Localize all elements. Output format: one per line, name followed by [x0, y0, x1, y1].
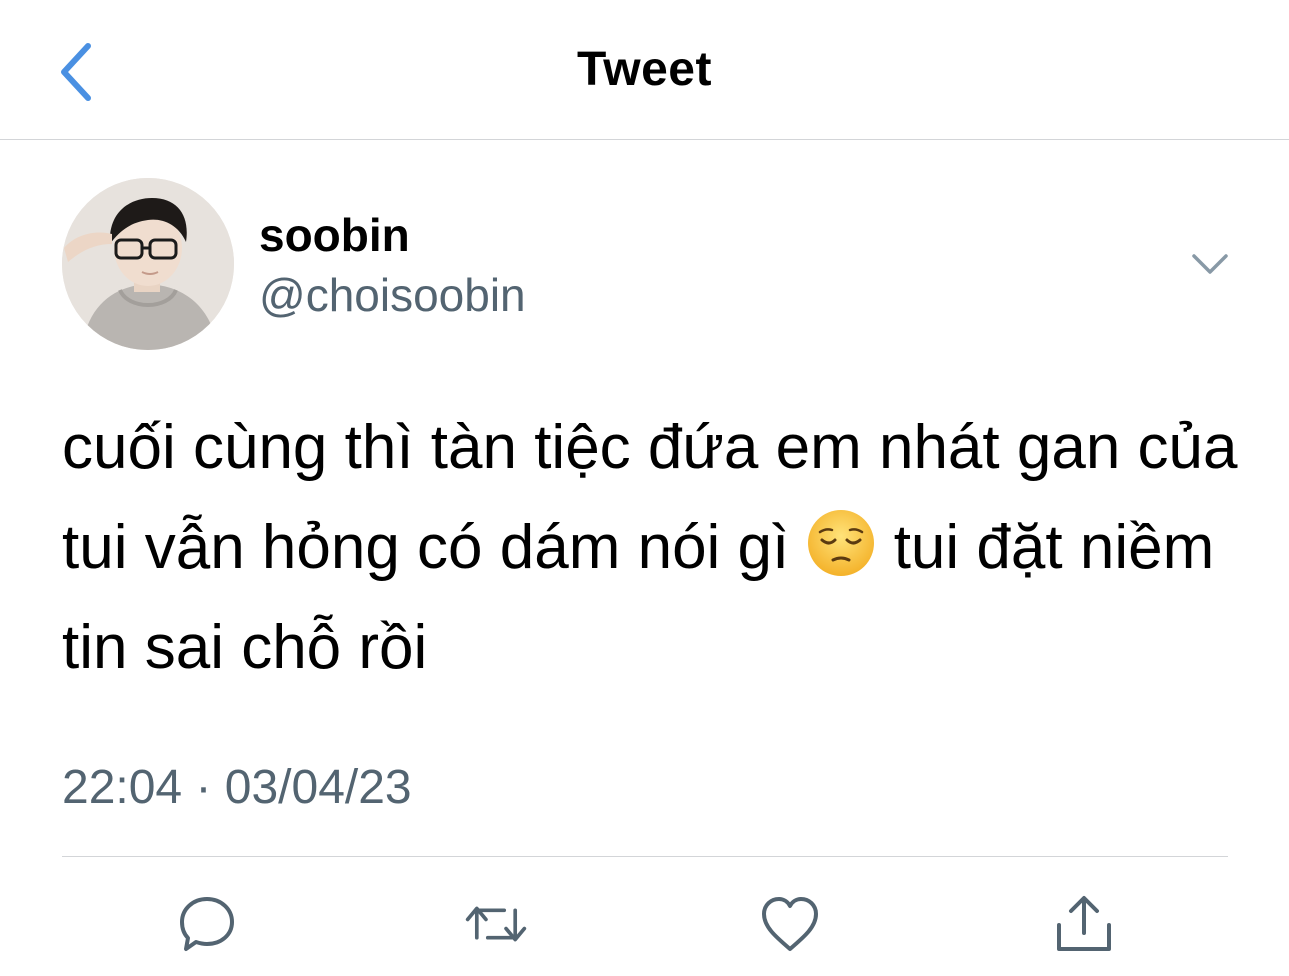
pensive-face-icon — [808, 510, 875, 576]
like-button[interactable] — [758, 892, 822, 956]
divider — [62, 856, 1228, 857]
profile-photo — [62, 178, 234, 350]
share-button[interactable] — [1052, 892, 1116, 956]
retweet-button[interactable] — [464, 892, 528, 956]
tweet-text: cuối cùng thì tàn tiệc đứa em nhát gan c… — [62, 398, 1242, 698]
retweet-icon — [465, 906, 527, 942]
speech-bubble-icon — [180, 897, 234, 951]
heart-icon — [762, 897, 818, 951]
author-handle[interactable]: @choisoobin — [259, 268, 526, 322]
page-title: Tweet — [577, 43, 712, 96]
share-icon — [1057, 896, 1111, 951]
reply-button[interactable] — [175, 892, 239, 956]
navigation-header: Tweet — [0, 0, 1289, 140]
avatar[interactable] — [62, 178, 234, 350]
tweet-timestamp: 22:04 · 03/04/23 — [62, 761, 412, 814]
more-options-button[interactable] — [1184, 244, 1236, 284]
chevron-down-icon — [1192, 254, 1228, 274]
author-name[interactable]: soobin — [259, 208, 410, 262]
